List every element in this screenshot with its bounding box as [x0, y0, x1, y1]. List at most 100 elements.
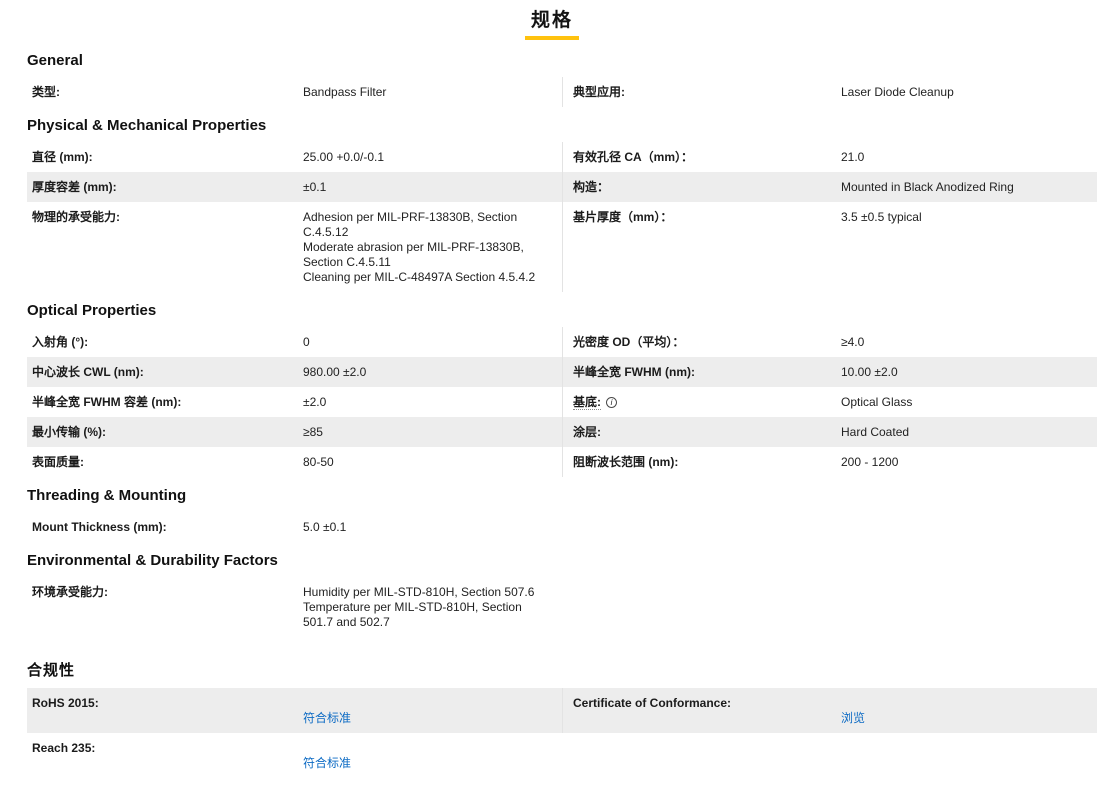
spec-value: Optical Glass	[841, 395, 913, 409]
rohs-compliant-link[interactable]: 符合标准	[303, 711, 351, 725]
spec-value: 浏览	[841, 696, 1097, 726]
specifications-panel: General 类型: Bandpass Filter 典型应用: Laser …	[0, 40, 1104, 788]
spec-value: ±2.0	[303, 395, 327, 409]
table-row: 中心波长 CWL (nm): 980.00 ±2.0 半峰全宽 FWHM (nm…	[27, 357, 1097, 387]
page-title: 规格	[524, 5, 579, 40]
spec-label: 环境承受能力:	[32, 585, 108, 599]
section-heading-physical: Physical & Mechanical Properties	[27, 117, 267, 134]
spec-value: Humidity per MIL-STD-810H, Section 507.6…	[303, 585, 535, 629]
spec-value: ±0.1	[303, 180, 327, 194]
spec-cell-substrate-thickness: 基片厚度（mm）： 3.5 ±0.5 typical	[562, 202, 1097, 292]
optical-table: 入射角 (°): 0 光密度 OD（平均）： ≥4.0 中心波长 CWL (nm…	[27, 327, 1097, 477]
section-heading-general: General	[27, 52, 83, 69]
spec-value: 25.00 +0.0/-0.1	[303, 150, 385, 164]
spec-value: 80-50	[303, 455, 334, 469]
spec-label: Certificate of Conformance:	[573, 696, 732, 710]
table-row: Mount Thickness (mm): 5.0 ±0.1	[27, 512, 1097, 542]
table-row: 入射角 (°): 0 光密度 OD（平均）： ≥4.0	[27, 327, 1097, 357]
spec-cell-mount-thickness: Mount Thickness (mm): 5.0 ±0.1	[27, 512, 562, 542]
spec-value: 符合标准	[303, 696, 562, 726]
spec-cell-reach: Reach 235: 符合标准	[27, 733, 562, 778]
table-row: RoHS 2015: 符合标准 Certificate of Conforman…	[27, 688, 1097, 733]
certificate-view-link[interactable]: 浏览	[841, 711, 865, 725]
table-row: 直径 (mm): 25.00 +0.0/-0.1 有效孔径 CA（mm）： 21…	[27, 142, 1097, 172]
spec-label: 最小传输 (%):	[32, 425, 106, 439]
spec-value: 10.00 ±2.0	[841, 365, 898, 379]
table-row: Reach 235: 符合标准	[27, 733, 1097, 778]
table-row: 类型: Bandpass Filter 典型应用: Laser Diode Cl…	[27, 77, 1097, 107]
spec-cell-coating: 涂层: Hard Coated	[562, 417, 1097, 447]
spec-label: 基底:	[563, 395, 841, 410]
spec-label: Reach 235:	[32, 741, 96, 755]
spec-label: 涂层:	[573, 425, 601, 439]
spec-cell-optical-density: 光密度 OD（平均）： ≥4.0	[562, 327, 1097, 357]
spec-value: 5.0 ±0.1	[303, 520, 347, 534]
spec-value: 980.00 ±2.0	[303, 365, 367, 379]
spec-cell-type: 类型: Bandpass Filter	[27, 77, 562, 107]
section-heading-threading: Threading & Mounting	[27, 487, 187, 504]
compliance-table: RoHS 2015: 符合标准 Certificate of Conforman…	[27, 688, 1097, 778]
spec-cell-clear-aperture: 有效孔径 CA（mm）： 21.0	[562, 142, 1097, 172]
spec-label: 半峰全宽 FWHM 容差 (nm):	[32, 395, 182, 409]
spec-cell-rohs: RoHS 2015: 符合标准	[27, 688, 562, 733]
spec-value: Bandpass Filter	[303, 85, 387, 99]
spec-cell-thickness-tolerance: 厚度容差 (mm): ±0.1	[27, 172, 562, 202]
spec-label: 阻断波长范围 (nm):	[573, 455, 679, 469]
table-row: 物理的承受能力: Adhesion per MIL-PRF-13830B, Se…	[27, 202, 1097, 292]
spec-value: ≥4.0	[841, 335, 865, 349]
spec-value: Mounted in Black Anodized Ring	[841, 180, 1014, 194]
spec-cell-substrate: 基底: Optical Glass	[562, 387, 1097, 417]
spec-value: 200 - 1200	[841, 455, 899, 469]
spec-label: 物理的承受能力:	[32, 210, 120, 224]
spec-label: RoHS 2015:	[32, 696, 99, 710]
spec-cell-fwhm-tolerance: 半峰全宽 FWHM 容差 (nm): ±2.0	[27, 387, 562, 417]
spec-cell-certificate: Certificate of Conformance: 浏览	[562, 688, 1097, 733]
spec-value: Hard Coated	[841, 425, 910, 439]
spec-label: 中心波长 CWL (nm):	[32, 365, 144, 379]
environmental-table: 环境承受能力: Humidity per MIL-STD-810H, Secti…	[27, 577, 1097, 637]
table-row: 半峰全宽 FWHM 容差 (nm): ±2.0 基底: Optical Glas…	[27, 387, 1097, 417]
spec-label: 光密度 OD（平均）：	[573, 335, 685, 349]
spec-cell-empty	[562, 577, 1097, 637]
info-icon[interactable]	[606, 397, 617, 408]
spec-value: 0	[303, 335, 310, 349]
threading-table: Mount Thickness (mm): 5.0 ±0.1	[27, 512, 1097, 542]
section-heading-compliance: 合规性	[27, 662, 76, 679]
spec-value: 3.5 ±0.5 typical	[841, 210, 922, 224]
substrate-tooltip-term[interactable]: 基底:	[573, 395, 601, 410]
spec-cell-empty	[562, 512, 1097, 542]
spec-value: 21.0	[841, 150, 865, 164]
spec-cell-cwl: 中心波长 CWL (nm): 980.00 ±2.0	[27, 357, 562, 387]
section-heading-optical: Optical Properties	[27, 302, 157, 319]
spec-label: 类型:	[32, 85, 60, 99]
spec-cell-construction: 构造： Mounted in Black Anodized Ring	[562, 172, 1097, 202]
spec-cell-typical-application: 典型应用: Laser Diode Cleanup	[562, 77, 1097, 107]
spec-label: 基片厚度（mm）：	[573, 210, 673, 224]
table-row: 环境承受能力: Humidity per MIL-STD-810H, Secti…	[27, 577, 1097, 637]
spec-cell-diameter: 直径 (mm): 25.00 +0.0/-0.1	[27, 142, 562, 172]
spec-label: 表面质量:	[32, 455, 84, 469]
spec-label: 厚度容差 (mm):	[32, 180, 117, 194]
spec-cell-physical-durability: 物理的承受能力: Adhesion per MIL-PRF-13830B, Se…	[27, 202, 562, 292]
spec-cell-min-transmission: 最小传输 (%): ≥85	[27, 417, 562, 447]
spec-label: 半峰全宽 FWHM (nm):	[573, 365, 695, 379]
table-row: 厚度容差 (mm): ±0.1 构造： Mounted in Black Ano…	[27, 172, 1097, 202]
spec-label: 入射角 (°):	[32, 335, 89, 349]
reach-compliant-link[interactable]: 符合标准	[303, 756, 351, 770]
spec-value: ≥85	[303, 425, 323, 439]
spec-value: Laser Diode Cleanup	[841, 85, 954, 99]
spec-label: 有效孔径 CA（mm）：	[573, 150, 694, 164]
spec-label: 构造：	[573, 180, 610, 194]
spec-cell-environmental-durability: 环境承受能力: Humidity per MIL-STD-810H, Secti…	[27, 577, 562, 637]
general-table: 类型: Bandpass Filter 典型应用: Laser Diode Cl…	[27, 77, 1097, 107]
spec-cell-blocking-range: 阻断波长范围 (nm): 200 - 1200	[562, 447, 1097, 477]
spec-cell-fwhm: 半峰全宽 FWHM (nm): 10.00 ±2.0	[562, 357, 1097, 387]
title-bar: 规格	[0, 0, 1104, 40]
section-heading-environmental: Environmental & Durability Factors	[27, 552, 278, 569]
spec-label: Mount Thickness (mm):	[32, 520, 167, 534]
physical-table: 直径 (mm): 25.00 +0.0/-0.1 有效孔径 CA（mm）： 21…	[27, 142, 1097, 292]
spec-cell-angle-of-incidence: 入射角 (°): 0	[27, 327, 562, 357]
spec-label: 直径 (mm):	[32, 150, 93, 164]
spec-value: Adhesion per MIL-PRF-13830B, Section C.4…	[303, 210, 536, 284]
table-row: 最小传输 (%): ≥85 涂层: Hard Coated	[27, 417, 1097, 447]
